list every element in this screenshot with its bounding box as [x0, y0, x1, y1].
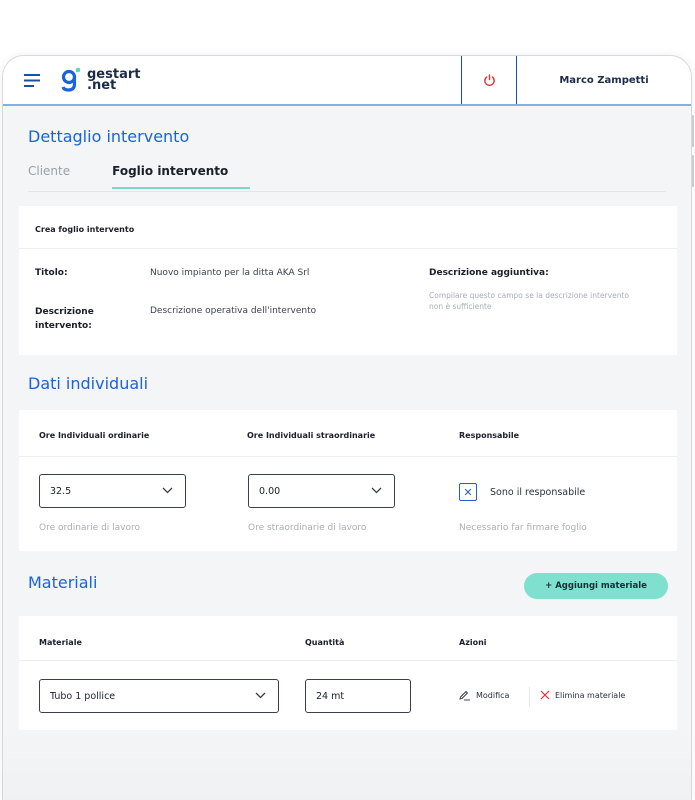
menu-button[interactable]	[3, 56, 61, 104]
straordinarie-select[interactable]: 0.00	[248, 474, 395, 508]
logout-button[interactable]	[461, 56, 517, 104]
logo-text: gestart .net	[87, 68, 140, 92]
materiali-title: Materiali	[28, 573, 98, 592]
materiale-value: Tubo 1 pollice	[50, 690, 116, 702]
tab-foglio-intervento[interactable]: Foglio intervento	[112, 164, 251, 189]
check-icon: ✕	[463, 485, 473, 499]
hamburger-icon	[24, 73, 40, 87]
dati-title: Dati individuali	[28, 374, 149, 393]
col-straordinarie: Ore Individuali straordinarie	[247, 431, 376, 440]
quantita-input[interactable]: 24 mt	[305, 679, 411, 713]
responsabile-checkbox[interactable]: ✕	[459, 483, 477, 501]
chevron-down-icon	[255, 692, 266, 699]
add-material-label: + Aggiungi materiale	[545, 581, 647, 591]
delete-label: Elimina materiale	[555, 690, 626, 700]
user-name[interactable]: Marco Zampetti	[517, 56, 691, 104]
card-divider	[19, 248, 677, 249]
materiale-select[interactable]: Tubo 1 pollice	[39, 679, 279, 713]
col-ordinarie: Ore Individuali ordinarie	[39, 431, 150, 440]
foglio-card: Crea foglio intervento Titolo: Nuovo imp…	[19, 206, 677, 355]
descrizione-label: Descrizione intervento:	[35, 307, 94, 331]
x-icon	[540, 690, 550, 700]
pencil-icon	[459, 690, 470, 701]
col-materiale: Materiale	[39, 638, 82, 647]
app-window: gestart .net Marco Zampetti Dettaglio in…	[2, 55, 692, 800]
ordinarie-value: 32.5	[50, 485, 72, 497]
edit-button[interactable]: Modifica	[459, 690, 509, 701]
action-separator	[529, 687, 530, 707]
card-divider	[19, 456, 677, 457]
bottom-area	[3, 730, 691, 800]
chevron-down-icon	[371, 487, 382, 494]
aggiuntiva-label: Descrizione aggiuntiva:	[429, 268, 549, 278]
materiali-card: Materiale Quantità Azioni Tubo 1 pollice…	[19, 616, 677, 733]
aggiuntiva-hint[interactable]: Compilare questo campo se la descrizione…	[429, 290, 639, 312]
tabs-divider	[28, 191, 666, 192]
responsabile-label[interactable]: Sono il responsabile	[490, 487, 585, 498]
logo-mark-icon	[61, 67, 81, 92]
responsabile-hint: Necessario far firmare foglio	[459, 523, 587, 533]
delete-button[interactable]: Elimina materiale	[540, 690, 625, 700]
descrizione-value: Descrizione operativa dell'intervento	[150, 306, 317, 316]
ordinarie-select[interactable]: 32.5	[39, 474, 186, 508]
page-title: Dettaglio intervento	[28, 127, 190, 146]
top-bar: gestart .net Marco Zampetti	[3, 56, 691, 106]
quantita-value: 24 mt	[316, 690, 345, 702]
logo[interactable]: gestart .net	[61, 56, 461, 104]
col-quantita: Quantità	[305, 638, 345, 647]
card-divider	[19, 660, 677, 661]
add-material-button[interactable]: + Aggiungi materiale	[524, 573, 668, 599]
tab-cliente[interactable]: Cliente	[28, 164, 70, 189]
edit-label: Modifica	[476, 691, 510, 700]
titolo-value: Nuovo impianto per la ditta AKA Srl	[150, 268, 310, 278]
straordinarie-value: 0.00	[259, 485, 281, 497]
dati-card: Ore Individuali ordinarie Ore Individual…	[19, 410, 677, 551]
card-title: Crea foglio intervento	[35, 225, 135, 234]
power-icon	[483, 73, 495, 86]
titolo-label: Titolo:	[35, 268, 68, 278]
straordinarie-hint: Ore straordinarie di lavoro	[248, 523, 367, 533]
ordinarie-hint: Ore ordinarie di lavoro	[39, 523, 140, 533]
tab-bar: Cliente Foglio intervento	[28, 164, 251, 189]
chevron-down-icon	[162, 487, 173, 494]
col-responsabile: Responsabile	[459, 431, 520, 440]
col-azioni: Azioni	[459, 638, 487, 647]
